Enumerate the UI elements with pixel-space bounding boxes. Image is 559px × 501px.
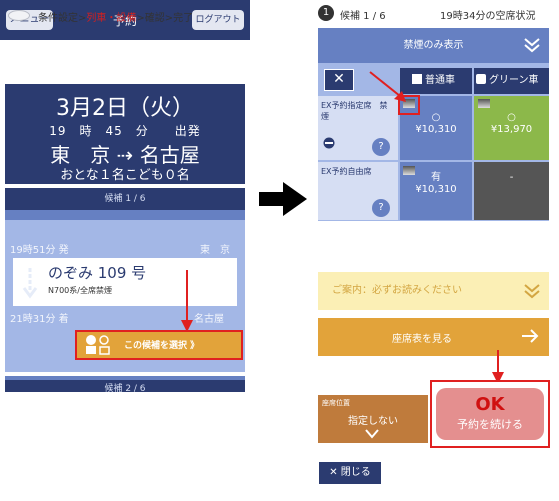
breadcrumb [0,40,250,72]
notice-label: ご案内：必ずお読みください [332,285,462,296]
train-type: N700系/全席禁煙 [48,286,112,295]
non-smoking-filter-toggle[interactable]: 禁煙のみ表示 [318,28,549,63]
green-car-icon [476,74,486,84]
departure-station: 東 京 [200,245,230,256]
train-name: のぞみ 109 号 [48,264,147,282]
departure-time: 19時51分 発 [10,245,69,256]
breadcrumb-text: 条件設定>列車・設備>確認>完了 [38,9,193,24]
availability-mark: 有 [431,172,441,183]
column-header-green-label: グリーン車 [489,75,539,86]
trip-date: 3月2日（火） [56,96,194,121]
select-candidate-label: この候補を選択 》 [124,341,200,351]
price: ¥10,310 [415,124,457,135]
availability-mark: ○ [431,112,441,123]
price: ¥13,970 [490,124,533,135]
chevron-down-icon [524,38,540,53]
cell-unreserved-green [474,162,549,220]
arrival-station: 名古屋 [194,314,224,325]
candidate-title: 候補 1 / 6 [340,11,386,22]
logout-button[interactable]: ログアウト [192,10,244,30]
arrow-right-icon [259,182,307,216]
red-pointer-arrow-icon [369,71,406,102]
price: ¥10,310 [415,184,457,195]
availability-mark: ○ [507,112,516,123]
non-smoking-icon [323,137,335,149]
seat-position-value: 指定しない [348,416,398,427]
seat-status-time: 19時34分の空席状況 [440,11,536,22]
chevron-down-icon [524,284,540,299]
trip-summary: 3月2日（火） 19 時 45 分 出発 東 京 ⇢ 名古屋 おとな１名こども０… [5,84,245,184]
candidate-separator [5,210,245,220]
arrival-time: 21時31分 着 [10,314,69,325]
train-logo-icon [8,10,30,21]
next-candidate-indicator: 候補 2 / 6 [5,380,245,394]
seat-checkbox-icon[interactable] [478,99,490,108]
arrow-right-icon [522,329,539,343]
breadcrumb-step-conditions: 条件設定> [38,13,87,24]
row-label-unreserved-text: EX予約自由席 [321,167,372,176]
close-button[interactable]: ✕ 閉じる [318,461,382,485]
arrow-down-icon [22,268,38,299]
candidate-number-badge: 1 [318,5,334,21]
column-header-standard-label: 普通車 [425,75,455,86]
chevron-down-icon [365,429,379,439]
breadcrumb-step-current: 列車・設備 [86,13,137,24]
view-seat-map-label: 座席表を見る [392,334,452,345]
seat-icon [86,335,110,355]
continue-reservation-label: 予約を続ける [457,418,523,431]
availability-mark: - [509,172,514,183]
help-unreserved-button[interactable]: ? [372,199,390,217]
help-reserved-button[interactable]: ? [372,138,390,156]
seat-position-label: 座席位置 [322,399,350,407]
candidate-indicator: 候補 1 / 6 [5,188,245,210]
breadcrumb-step-rest: >確認>完了 [136,13,194,24]
column-header-green: グリーン車 [474,68,549,94]
column-header-standard: 普通車 [400,68,472,94]
close-x-button[interactable]: ✕ [324,69,354,91]
ok-label: OK [475,394,505,415]
red-pointer-arrow-icon [181,270,193,332]
trip-passengers: おとな１名こども０名 [60,168,190,183]
standard-car-icon [412,74,422,84]
red-pointer-arrow-icon [492,350,504,384]
trip-departure-time: 19 時 45 分 出発 [49,124,201,138]
